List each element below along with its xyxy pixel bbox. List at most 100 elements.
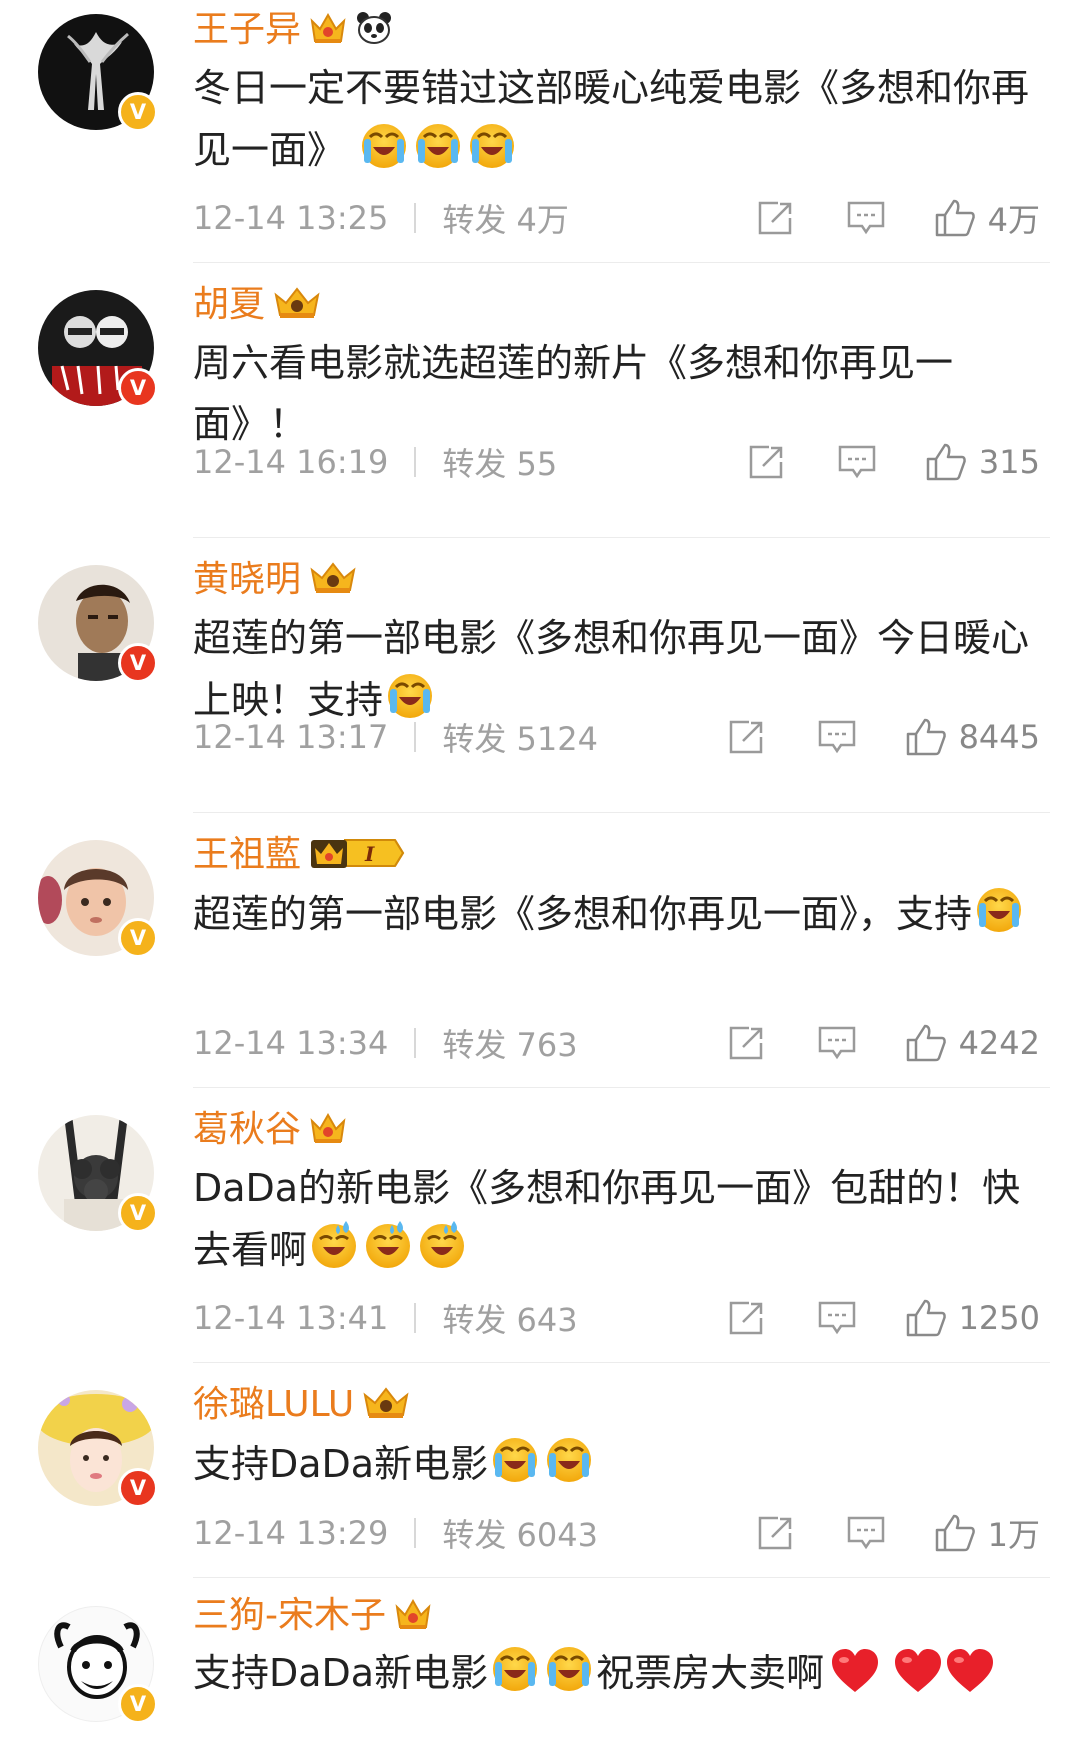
repost-count[interactable]: 转发 5124 xyxy=(442,714,598,760)
verified-badge: V xyxy=(118,368,158,408)
crown-badge-icon xyxy=(309,560,357,600)
crown-badge-icon xyxy=(394,1597,432,1635)
repost-count[interactable]: 转发 4万 xyxy=(442,195,569,241)
like-button[interactable]: 8445 xyxy=(905,717,1040,757)
comment-button[interactable] xyxy=(817,719,857,755)
username[interactable]: 徐璐LULU xyxy=(193,1383,354,1427)
meta-separator xyxy=(414,203,417,233)
share-icon xyxy=(729,1026,762,1060)
thumbs-up-icon xyxy=(926,443,966,481)
username[interactable]: 三狗-宋木子 xyxy=(193,1594,386,1638)
comment-text: 支持DaDa新电影 祝票房大卖啊 xyxy=(193,1642,1053,1712)
avatar[interactable]: V xyxy=(38,1115,158,1233)
comment-time: 12-14 16:19 xyxy=(193,443,389,481)
share-button[interactable] xyxy=(756,200,796,236)
comment-text: 周六看电影就选超莲的新片《多想和你再见一面》！ xyxy=(193,333,1053,455)
crown-badge-icon xyxy=(309,11,347,49)
meta-separator xyxy=(414,447,417,477)
heart-icon xyxy=(945,1648,995,1712)
comment-icon xyxy=(838,445,876,479)
meta-separator xyxy=(414,1028,417,1058)
share-button[interactable] xyxy=(727,719,767,755)
username[interactable]: 王子异 xyxy=(193,8,301,52)
like-button[interactable]: 1250 xyxy=(905,1298,1040,1338)
crying-emoji-icon xyxy=(489,1433,541,1503)
username[interactable]: 葛秋谷 xyxy=(193,1108,301,1152)
thumbs-up-icon xyxy=(906,718,946,756)
crying-emoji-icon xyxy=(489,1642,541,1712)
comment-icon xyxy=(818,720,855,754)
repost-count[interactable]: 转发 763 xyxy=(442,1020,577,1066)
username[interactable]: 黄晓明 xyxy=(193,558,301,602)
share-button[interactable] xyxy=(756,1515,796,1551)
share-button[interactable] xyxy=(747,444,787,480)
comment-icon xyxy=(847,1516,884,1550)
comment-text: 冬日一定不要错过这部暖心纯爱电影《多想和你再见一面》 xyxy=(193,58,1053,189)
heart-icon xyxy=(893,1648,943,1712)
crown-level-badge-icon: I xyxy=(309,834,405,876)
avatar[interactable]: V xyxy=(38,840,158,958)
thumbs-up-icon xyxy=(906,1299,946,1337)
comment-body: 超莲的第一部电影《多想和你再见一面》今日暖心上映！支持 xyxy=(193,616,1030,722)
verified-badge: V xyxy=(118,1193,158,1233)
username[interactable]: 胡夏 xyxy=(193,283,265,327)
like-count: 1万 xyxy=(987,1516,1040,1554)
crying-emoji-icon xyxy=(543,1433,595,1503)
comment-button[interactable] xyxy=(846,200,886,236)
verified-badge: V xyxy=(118,92,158,132)
verified-badge: V xyxy=(118,1468,158,1508)
avatar[interactable]: V xyxy=(38,1606,158,1724)
share-button[interactable] xyxy=(727,1025,767,1061)
comment-time: 12-14 13:17 xyxy=(193,718,389,756)
comment-button[interactable] xyxy=(837,444,877,480)
like-count: 1250 xyxy=(958,1299,1040,1337)
comment-body: 超莲的第一部电影《多想和你再见一面》，支持 xyxy=(193,892,973,936)
crying-emoji-icon xyxy=(973,883,1025,953)
comment-body: 周六看电影就选超莲的新片《多想和你再见一面》！ xyxy=(193,341,954,446)
meta-separator xyxy=(414,722,417,752)
sweat-laugh-emoji-icon xyxy=(362,1219,414,1289)
panda-icon xyxy=(355,10,393,50)
heart-icon xyxy=(830,1648,880,1712)
avatar[interactable]: V xyxy=(38,565,158,683)
repost-count[interactable]: 转发 55 xyxy=(442,439,557,485)
crying-emoji-icon xyxy=(412,119,464,189)
comment-icon xyxy=(818,1301,855,1335)
comment-text: DaDa的新电影《多想和你再见一面》包甜的！快去看啊 xyxy=(193,1158,1053,1289)
like-count: 8445 xyxy=(958,718,1040,756)
comment-button[interactable] xyxy=(846,1515,886,1551)
meta-separator xyxy=(414,1518,417,1548)
comment-body: 支持DaDa新电影 xyxy=(193,1651,489,1695)
like-count: 4242 xyxy=(958,1024,1040,1062)
like-count: 315 xyxy=(978,443,1040,481)
meta-separator xyxy=(414,1303,417,1333)
comment-body: 冬日一定不要错过这部暖心纯爱电影《多想和你再见一面》 xyxy=(193,66,1030,172)
comment-button[interactable] xyxy=(817,1300,857,1336)
username[interactable]: 王祖藍 xyxy=(193,833,301,877)
crown-badge-icon xyxy=(273,285,321,325)
comment-text: 超莲的第一部电影《多想和你再见一面》，支持 xyxy=(193,883,1053,953)
avatar[interactable]: V xyxy=(38,14,158,132)
comment-text: 支持DaDa新电影 xyxy=(193,1433,1053,1503)
share-button[interactable] xyxy=(727,1300,767,1336)
like-button[interactable]: 315 xyxy=(925,442,1040,482)
divider xyxy=(193,1577,1050,1578)
avatar[interactable]: V xyxy=(38,1390,158,1508)
repost-count[interactable]: 转发 6043 xyxy=(442,1510,598,1556)
repost-count[interactable]: 转发 643 xyxy=(442,1295,577,1341)
comment-icon xyxy=(818,1026,855,1060)
thumbs-up-icon xyxy=(906,1024,946,1062)
share-icon xyxy=(749,445,783,479)
comment-button[interactable] xyxy=(817,1025,857,1061)
divider xyxy=(193,1087,1050,1088)
like-button[interactable]: 4万 xyxy=(934,195,1040,241)
comment-icon xyxy=(847,201,884,235)
share-icon xyxy=(729,1301,762,1335)
comment-time: 12-14 13:34 xyxy=(193,1024,389,1062)
avatar[interactable]: V xyxy=(38,290,158,408)
like-button[interactable]: 1万 xyxy=(934,1510,1040,1556)
divider xyxy=(193,812,1050,813)
divider xyxy=(193,1362,1050,1363)
crying-emoji-icon xyxy=(466,119,518,189)
like-button[interactable]: 4242 xyxy=(905,1023,1040,1063)
